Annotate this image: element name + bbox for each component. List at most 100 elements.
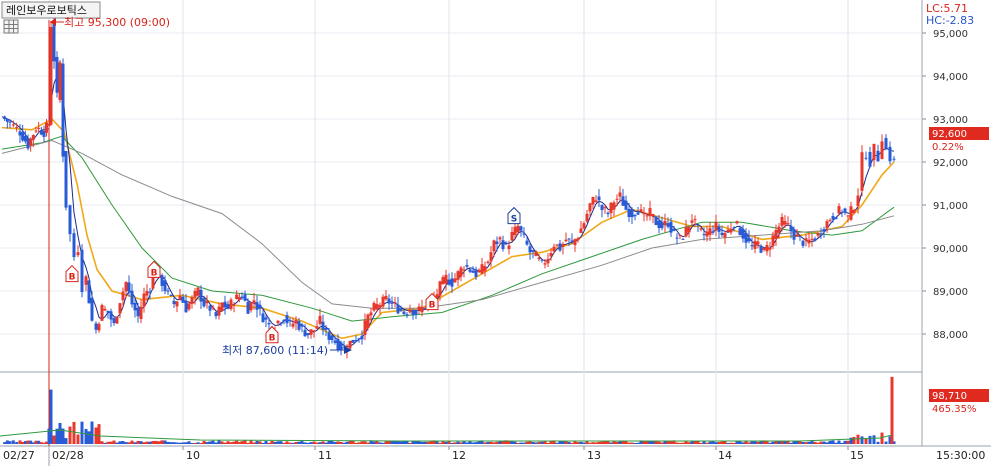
volume-bar <box>876 441 880 444</box>
candle-body <box>588 203 592 212</box>
candle-body <box>501 240 505 250</box>
candle-body <box>714 221 718 231</box>
x-tick-label: 15 <box>850 449 864 462</box>
volume-bar <box>417 441 421 444</box>
y-tick-label: 92,000 <box>933 158 968 169</box>
volume-bar <box>72 421 76 444</box>
candle-body <box>351 340 355 343</box>
volume-bar <box>450 442 454 444</box>
candle-body <box>483 266 487 272</box>
candle-body <box>118 303 122 314</box>
volume-bar <box>699 442 703 444</box>
candle-body <box>510 232 514 241</box>
volume-bar <box>276 441 280 444</box>
volume-bar <box>345 441 349 444</box>
volume-bar <box>423 441 427 444</box>
volume-bar <box>142 442 146 444</box>
candle-body <box>184 300 188 313</box>
candle-body <box>190 297 194 304</box>
signal-label: B <box>69 273 76 283</box>
candle-body <box>573 239 577 246</box>
volume-bar <box>166 441 170 444</box>
candle-body <box>856 195 860 207</box>
volume-bar <box>202 440 206 444</box>
candle-body <box>639 209 643 212</box>
candle-body <box>237 297 241 300</box>
volume-bar <box>747 442 751 444</box>
candle-body <box>438 281 442 296</box>
candle-body <box>255 302 259 310</box>
candle-body <box>519 226 523 231</box>
volume-bar <box>636 442 640 444</box>
volume-bar <box>438 442 442 444</box>
candle-body <box>720 232 724 236</box>
candle-body <box>378 305 382 308</box>
volume-bar <box>39 442 43 444</box>
volume-bar <box>807 441 811 444</box>
candle-body <box>648 208 652 217</box>
candle-body <box>68 205 72 235</box>
volume-bar <box>97 424 101 444</box>
candle-body <box>103 308 107 311</box>
candle-body <box>624 200 628 210</box>
candle-body <box>229 299 233 310</box>
volume-bar <box>579 441 583 444</box>
candle-body <box>606 212 610 215</box>
volume-bar <box>130 440 134 444</box>
candle-body <box>76 252 80 256</box>
candle-body <box>220 302 224 311</box>
candle-body <box>264 317 268 320</box>
volume-bar <box>609 442 613 444</box>
candle-body <box>211 307 215 309</box>
candle-body <box>18 131 22 136</box>
volume-bar <box>860 436 864 444</box>
stock-chart[interactable]: 88,000 89,000 90,000 91,000 92,000 93,000 94,0… <box>0 0 991 466</box>
x-tick-label: 12 <box>452 449 466 462</box>
volume-bar <box>258 441 262 444</box>
candle-body <box>226 304 230 309</box>
candle-body <box>801 240 805 246</box>
volume-bar <box>390 441 394 444</box>
candle-body <box>585 213 589 222</box>
candle-body <box>747 237 751 242</box>
volume-bar <box>459 442 463 444</box>
candle-body <box>798 236 802 238</box>
volume-bar <box>837 440 841 444</box>
volume-bar <box>139 441 143 444</box>
candle-body <box>187 303 191 310</box>
candle-body <box>420 306 424 313</box>
volume-bar <box>519 442 523 444</box>
indicator-hc: HC:-2.83 <box>926 14 974 27</box>
volume-bar <box>175 442 179 444</box>
candle-body <box>732 227 736 229</box>
volume-value: 98,710 <box>932 391 967 402</box>
volume-bar <box>444 441 448 444</box>
volume-bar <box>348 440 352 444</box>
candle-body <box>106 310 110 313</box>
candle-body <box>636 212 640 215</box>
candle-body <box>202 298 206 307</box>
candle-body <box>300 324 304 327</box>
volume-bar <box>714 442 718 444</box>
volume-pct: 465.35% <box>932 404 977 415</box>
volume-bar <box>208 441 212 444</box>
candle-body <box>315 326 319 329</box>
candle-body <box>80 249 84 293</box>
candle-body <box>145 290 149 296</box>
candle-body <box>675 237 679 239</box>
candle-body <box>366 314 370 328</box>
volume-bar <box>237 442 241 444</box>
candle-body <box>55 56 59 93</box>
candle-body <box>618 192 622 197</box>
candle-body <box>456 271 460 280</box>
volume-bar <box>288 442 292 444</box>
grid-toggle-icon[interactable] <box>3 19 19 34</box>
candle-body <box>723 233 727 238</box>
candle-body <box>816 232 820 236</box>
volume-bar <box>789 442 793 444</box>
volume-bar <box>157 441 161 444</box>
volume-bar <box>429 441 433 444</box>
volume-bar <box>285 441 289 444</box>
volume-bar <box>378 442 382 444</box>
volume-bar <box>618 441 622 444</box>
